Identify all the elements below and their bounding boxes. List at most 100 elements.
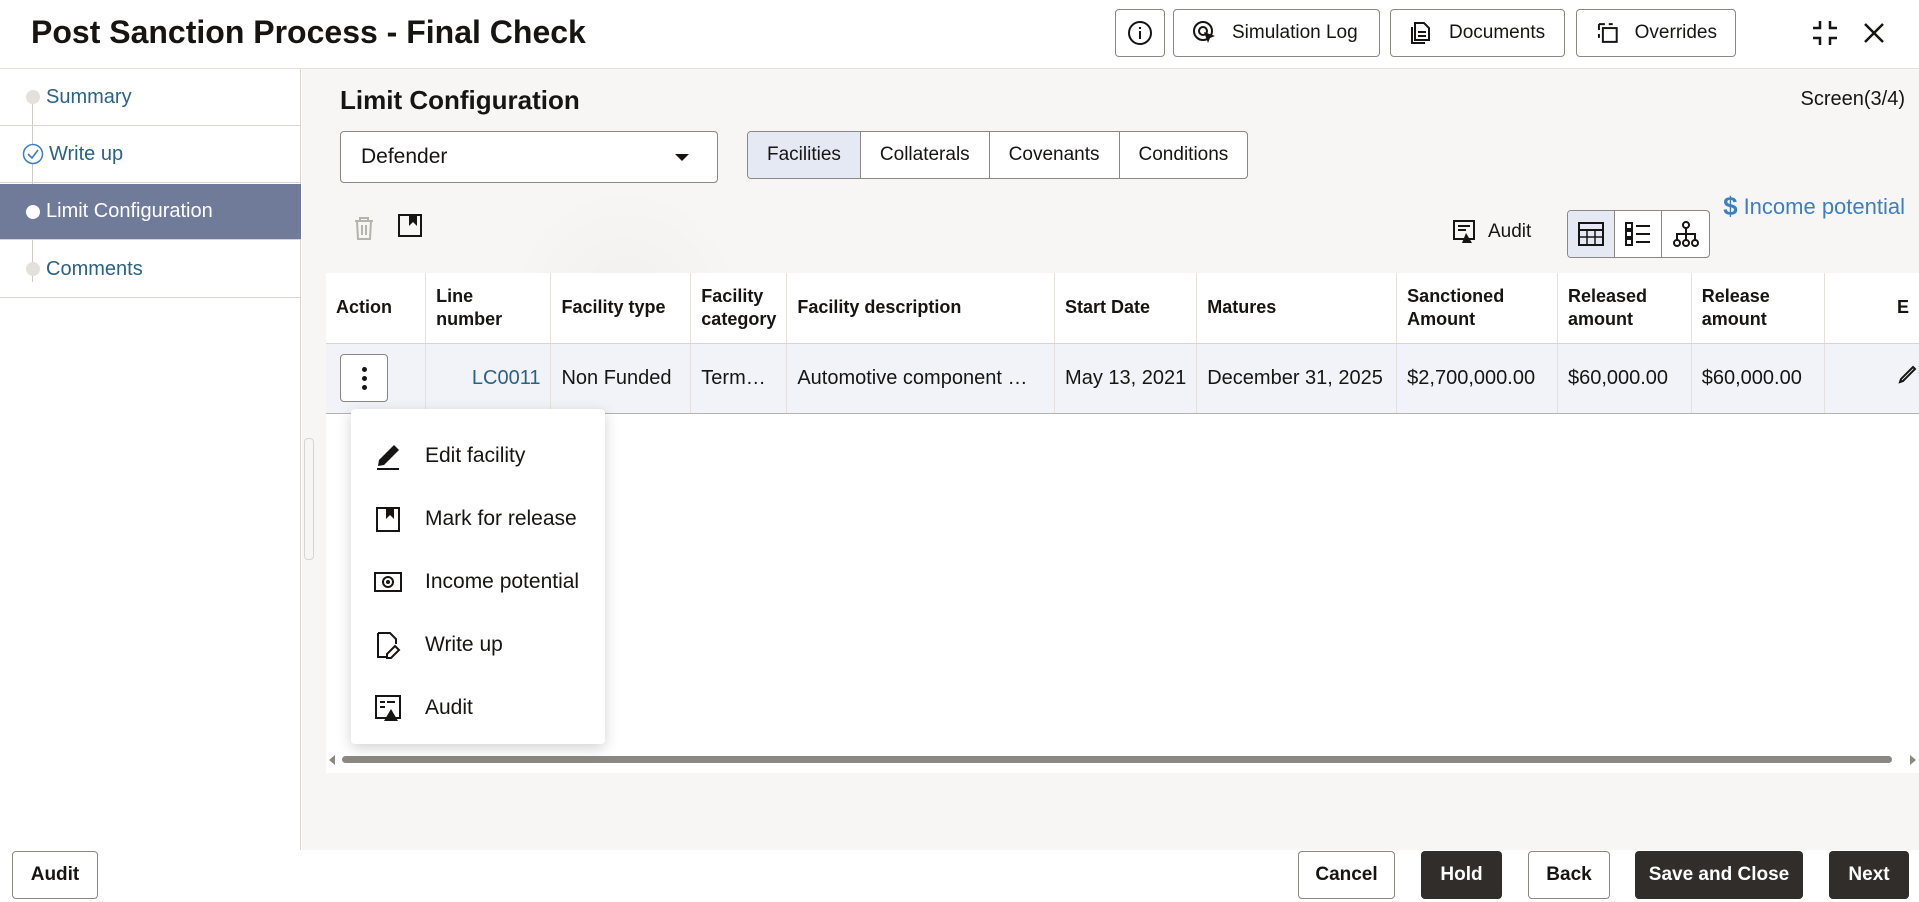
menu-item-label: Edit facility bbox=[425, 443, 526, 467]
documents-button[interactable]: Documents bbox=[1390, 9, 1565, 57]
scroll-left-icon[interactable] bbox=[329, 755, 335, 765]
header: Post Sanction Process - Final Check Simu… bbox=[0, 0, 1919, 69]
mark-release-button[interactable] bbox=[394, 209, 426, 241]
audit-toolbar-button[interactable]: Audit bbox=[1452, 219, 1531, 245]
column-header-line-number[interactable]: Line number bbox=[425, 273, 552, 344]
overrides-label: Overrides bbox=[1634, 22, 1717, 43]
menu-item-mark-for-release[interactable]: Mark for release bbox=[351, 487, 605, 550]
vertical-scrollbar[interactable] bbox=[304, 438, 314, 560]
screen-indicator: Screen(3/4) bbox=[1800, 88, 1906, 110]
row-actions-menu: Edit facility Mark for release Income po… bbox=[351, 409, 605, 744]
sidebar-item-label: Limit Configuration bbox=[46, 200, 213, 222]
released-amount-cell: $60,000.00 bbox=[1557, 343, 1692, 414]
menu-item-edit-facility[interactable]: Edit facility bbox=[351, 424, 605, 487]
scroll-right-icon[interactable] bbox=[1910, 755, 1916, 765]
pencil-icon[interactable] bbox=[1895, 363, 1919, 387]
menu-item-write-up[interactable]: Write up bbox=[351, 613, 605, 676]
sidebar-item-write-up[interactable]: Write up bbox=[0, 126, 301, 183]
documents-label: Documents bbox=[1449, 22, 1546, 43]
hierarchy-view-button[interactable] bbox=[1662, 211, 1709, 257]
audit-button[interactable]: Audit bbox=[12, 851, 98, 899]
column-header-facility-category[interactable]: Facility category bbox=[690, 273, 788, 344]
sidebar-item-label: Summary bbox=[46, 85, 132, 108]
horizontal-scrollbar[interactable] bbox=[326, 753, 1919, 765]
column-header-matures[interactable]: Matures bbox=[1196, 273, 1398, 344]
caret-down-icon bbox=[675, 154, 689, 161]
documents-icon bbox=[1411, 22, 1430, 44]
column-header-sanctioned-amount[interactable]: Sanctioned Amount bbox=[1396, 273, 1558, 344]
column-header-start-date[interactable]: Start Date bbox=[1054, 273, 1198, 344]
facility-category-cell: Term… bbox=[690, 343, 788, 414]
view-switcher bbox=[1567, 210, 1710, 258]
table-icon bbox=[1578, 222, 1604, 246]
line-number-link[interactable]: LC0011 bbox=[436, 367, 541, 390]
table-view-button[interactable] bbox=[1568, 211, 1615, 257]
facility-description-cell: Automotive component … bbox=[786, 343, 1056, 414]
close-button[interactable] bbox=[1853, 12, 1895, 54]
menu-item-label: Income potential bbox=[425, 569, 580, 593]
dollar-icon: $ bbox=[1723, 191, 1738, 221]
action-cell bbox=[326, 343, 427, 414]
edit-icon bbox=[377, 444, 399, 470]
line-number-cell: LC0011 bbox=[425, 343, 552, 414]
hold-button[interactable]: Hold bbox=[1421, 851, 1502, 899]
overrides-button[interactable]: Overrides bbox=[1576, 9, 1736, 57]
column-header-release-amount[interactable]: Release amount bbox=[1691, 273, 1826, 344]
active-step-icon bbox=[26, 204, 40, 219]
menu-item-income-potential[interactable]: Income potential bbox=[351, 550, 605, 613]
simulation-log-label: Simulation Log bbox=[1232, 22, 1358, 43]
column-header-facility-description[interactable]: Facility description bbox=[786, 273, 1056, 344]
party-select[interactable]: Defender bbox=[340, 131, 718, 183]
sidebar-item-label: Comments bbox=[46, 257, 143, 280]
minimize-button[interactable] bbox=[1804, 12, 1846, 54]
audit-icon bbox=[375, 694, 401, 721]
info-button[interactable] bbox=[1115, 9, 1165, 57]
start-date-cell: May 13, 2021 bbox=[1054, 343, 1198, 414]
next-button[interactable]: Next bbox=[1829, 851, 1909, 899]
table-row: LC0011 Non Funded Term… Automotive compo… bbox=[326, 343, 1919, 414]
party-select-value: Defender bbox=[361, 145, 448, 168]
sidebar-item-limit-configuration[interactable]: Limit Configuration bbox=[0, 184, 301, 240]
pending-step-icon bbox=[26, 262, 40, 276]
back-button[interactable]: Back bbox=[1528, 851, 1610, 899]
sidebar-item-comments[interactable]: Comments bbox=[0, 241, 301, 298]
save-and-close-button[interactable]: Save and Close bbox=[1635, 851, 1803, 899]
column-header-facility-type[interactable]: Facility type bbox=[550, 273, 692, 344]
column-header-released-amount[interactable]: Released amount bbox=[1557, 273, 1692, 344]
row-actions-button[interactable] bbox=[340, 354, 388, 402]
facility-type-cell: Non Funded bbox=[550, 343, 692, 414]
collapse-icon bbox=[1813, 21, 1837, 45]
tab-collaterals[interactable]: Collaterals bbox=[861, 132, 990, 178]
page-title: Post Sanction Process - Final Check bbox=[31, 14, 586, 50]
matures-cell: December 31, 2025 bbox=[1196, 343, 1398, 414]
pending-step-icon bbox=[26, 90, 40, 104]
menu-item-audit[interactable]: Audit bbox=[351, 676, 605, 739]
column-header-action: Action bbox=[326, 273, 427, 344]
menu-item-label: Audit bbox=[425, 695, 473, 719]
column-header-edit: E bbox=[1824, 273, 1919, 344]
cancel-button[interactable]: Cancel bbox=[1298, 851, 1395, 899]
footer bbox=[0, 850, 1919, 902]
flag-document-icon bbox=[376, 506, 400, 532]
sanctioned-amount-cell: $2,700,000.00 bbox=[1396, 343, 1558, 414]
scrollbar-thumb[interactable] bbox=[342, 756, 1892, 763]
release-amount-cell: $60,000.00 bbox=[1691, 343, 1826, 414]
flag-document-icon bbox=[398, 214, 422, 237]
hierarchy-icon bbox=[1672, 221, 1699, 247]
income-potential-link[interactable]: $ Income potential bbox=[1723, 191, 1905, 222]
sidebar-item-summary[interactable]: Summary bbox=[0, 69, 301, 126]
menu-item-label: Mark for release bbox=[425, 506, 577, 530]
document-edit-icon bbox=[377, 631, 401, 659]
list-view-button[interactable] bbox=[1615, 211, 1662, 257]
tab-facilities[interactable]: Facilities bbox=[748, 132, 861, 178]
sidebar: Summary Write up Limit Configuration Com… bbox=[0, 69, 301, 850]
simulation-log-button[interactable]: Simulation Log bbox=[1173, 9, 1380, 57]
tab-covenants[interactable]: Covenants bbox=[990, 132, 1120, 178]
menu-item-label: Write up bbox=[425, 632, 503, 656]
delete-button[interactable] bbox=[348, 212, 380, 244]
cursor-click-icon bbox=[1193, 21, 1215, 43]
tab-conditions[interactable]: Conditions bbox=[1120, 132, 1248, 178]
audit-label: Audit bbox=[1488, 221, 1532, 242]
money-icon bbox=[374, 571, 402, 592]
tab-bar: Facilities Collaterals Covenants Conditi… bbox=[747, 131, 1249, 179]
